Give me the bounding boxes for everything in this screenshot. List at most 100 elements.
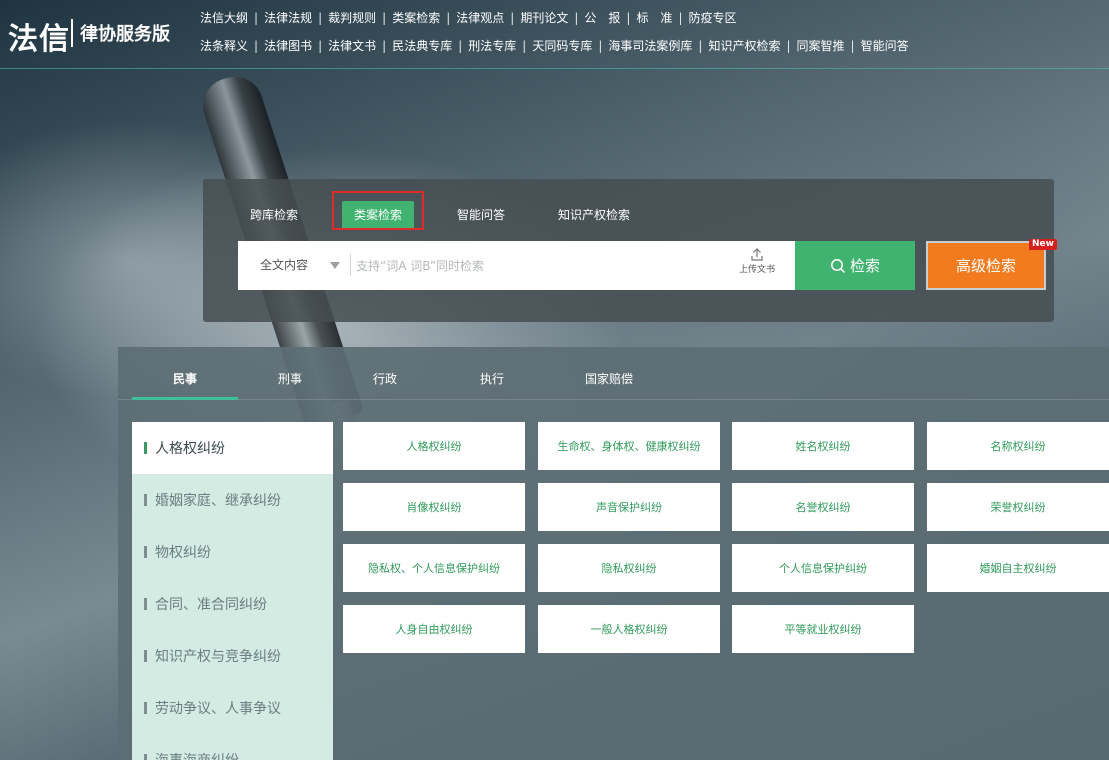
nav-item-law-books[interactable]: 法律图书 bbox=[264, 37, 312, 54]
bullet-bar bbox=[144, 754, 147, 760]
nav-item-smart-qa[interactable]: 智能问答 bbox=[861, 37, 909, 54]
new-badge: New bbox=[1029, 239, 1057, 250]
upload-document-button[interactable]: 上传文书 bbox=[737, 248, 777, 275]
case-type-card[interactable]: 声音保护纠纷 bbox=[538, 483, 720, 531]
bullet-bar bbox=[144, 494, 147, 506]
sidebar-item-property-rights[interactable]: 物权纠纷 bbox=[132, 526, 333, 578]
case-type-card[interactable]: 生命权、身体权、健康权纠纷 bbox=[538, 422, 720, 470]
sidebar-item-contract[interactable]: 合同、准合同纠纷 bbox=[132, 578, 333, 630]
bullet-bar bbox=[144, 702, 147, 714]
case-type-card[interactable]: 隐私权、个人信息保护纠纷 bbox=[343, 544, 525, 592]
tab-administrative[interactable]: 行政 bbox=[373, 370, 397, 387]
bullet-bar bbox=[144, 546, 147, 558]
header-divider bbox=[0, 68, 1109, 69]
nav-separator: | bbox=[318, 10, 323, 25]
bullet-bar bbox=[144, 442, 147, 454]
bullet-bar bbox=[144, 650, 147, 662]
sidebar-item-ip-competition[interactable]: 知识产权与竞争纠纷 bbox=[132, 630, 333, 682]
nav-separator: | bbox=[574, 10, 579, 25]
advanced-search-button[interactable]: 高级检索 bbox=[926, 241, 1046, 290]
case-type-card[interactable]: 肖像权纠纷 bbox=[343, 483, 525, 531]
nav-item-epidemic[interactable]: 防疫专区 bbox=[689, 9, 737, 26]
case-type-card[interactable]: 人格权纠纷 bbox=[343, 422, 525, 470]
sidebar-item-labor-disputes[interactable]: 劳动争议、人事争议 bbox=[132, 682, 333, 734]
nav-item-case-search[interactable]: 类案检索 bbox=[392, 9, 440, 26]
nav-separator: | bbox=[318, 38, 323, 53]
nav-separator: | bbox=[598, 38, 603, 53]
upload-icon bbox=[751, 248, 763, 261]
nav-separator: | bbox=[626, 10, 631, 25]
nav-item-outline[interactable]: 法信大纲 bbox=[200, 9, 248, 26]
dispute-category-sidebar: 人格权纠纷 婚姻家庭、继承纠纷 物权纠纷 合同、准合同纠纷 知识产权与竞争纠纷 … bbox=[132, 422, 333, 760]
tab-civil[interactable]: 民事 bbox=[173, 370, 197, 387]
nav-item-maritime-cases[interactable]: 海事司法案例库 bbox=[608, 37, 692, 54]
upload-document-label: 上传文书 bbox=[738, 265, 775, 275]
nav-item-article-notes[interactable]: 法条释义 bbox=[200, 37, 248, 54]
tab-state-compensation[interactable]: 国家赔偿 bbox=[585, 370, 633, 387]
case-type-card[interactable]: 婚姻自主权纠纷 bbox=[927, 544, 1109, 592]
tab-criminal[interactable]: 刑事 bbox=[278, 370, 302, 387]
nav-separator: | bbox=[678, 10, 683, 25]
top-header: 法信 律协服务版 法信大纲 | 法律法规 | 裁判规则 | 类案检索 | 法律观点 | 期… bbox=[0, 0, 1109, 68]
nav-separator: | bbox=[254, 10, 259, 25]
logo-subtitle: 律协服务版 bbox=[80, 24, 170, 45]
chevron-down-icon[interactable] bbox=[330, 262, 340, 269]
active-tab-highlight-box bbox=[332, 191, 424, 230]
nav-item-standards[interactable]: 标 准 bbox=[636, 9, 672, 26]
tab-ip-search[interactable]: 知识产权检索 bbox=[558, 201, 630, 229]
nav-item-similar-case[interactable]: 同案智推 bbox=[797, 37, 845, 54]
nav-item-legal-documents[interactable]: 法律文书 bbox=[328, 37, 376, 54]
search-box: 全文内容 上传文书 bbox=[238, 241, 795, 290]
sidebar-item-marriage-inheritance[interactable]: 婚姻家庭、继承纠纷 bbox=[132, 474, 333, 526]
nav-separator: | bbox=[522, 38, 527, 53]
tab-cross-database-search[interactable]: 跨库检索 bbox=[250, 201, 298, 229]
nav-row-1: 法信大纲 | 法律法规 | 裁判规则 | 类案检索 | 法律观点 | 期刊论文 | 公 报 |… bbox=[200, 9, 737, 26]
case-type-card[interactable]: 名誉权纠纷 bbox=[732, 483, 914, 531]
advanced-search-label: 高级检索 bbox=[955, 257, 1016, 275]
nav-item-tiantong-code[interactable]: 天同码专库 bbox=[532, 37, 592, 54]
case-type-card[interactable]: 人身自由权纠纷 bbox=[343, 605, 525, 653]
case-type-card[interactable]: 一般人格权纠纷 bbox=[538, 605, 720, 653]
sidebar-item-label: 知识产权与竞争纠纷 bbox=[155, 649, 281, 665]
nav-item-laws[interactable]: 法律法规 bbox=[264, 9, 312, 26]
case-type-card[interactable]: 姓名权纠纷 bbox=[732, 422, 914, 470]
scope-divider bbox=[350, 254, 351, 276]
nav-item-criminal-law[interactable]: 刑法专库 bbox=[468, 37, 516, 54]
tab-smart-qa[interactable]: 智能问答 bbox=[457, 201, 505, 229]
nav-item-legal-views[interactable]: 法律观点 bbox=[456, 9, 504, 26]
nav-separator: | bbox=[254, 38, 259, 53]
case-type-tabs: 民事 刑事 行政 执行 国家赔偿 bbox=[118, 347, 1109, 400]
nav-item-civil-code[interactable]: 民法典专库 bbox=[392, 37, 452, 54]
case-type-card[interactable]: 荣誉权纠纷 bbox=[927, 483, 1109, 531]
nav-item-journals[interactable]: 期刊论文 bbox=[520, 9, 568, 26]
active-tab-underline bbox=[132, 397, 238, 400]
logo-main[interactable]: 法信 bbox=[8, 14, 70, 58]
nav-separator: | bbox=[446, 10, 451, 25]
sidebar-item-maritime[interactable]: 海事海商纠纷 bbox=[132, 734, 333, 760]
sidebar-item-label: 劳动争议、人事争议 bbox=[155, 701, 281, 717]
search-scope-select[interactable]: 全文内容 bbox=[260, 241, 308, 290]
nav-separator: | bbox=[698, 38, 703, 53]
nav-separator: | bbox=[850, 38, 855, 53]
case-type-card[interactable]: 名称权纠纷 bbox=[927, 422, 1109, 470]
tab-enforcement[interactable]: 执行 bbox=[480, 370, 504, 387]
nav-item-ip-search[interactable]: 知识产权检索 bbox=[708, 37, 780, 54]
case-type-card[interactable]: 个人信息保护纠纷 bbox=[732, 544, 914, 592]
sidebar-item-label: 合同、准合同纠纷 bbox=[155, 597, 267, 613]
sidebar-item-label: 婚姻家庭、继承纠纷 bbox=[155, 493, 281, 509]
case-type-card[interactable]: 平等就业权纠纷 bbox=[732, 605, 914, 653]
search-button-label: 检索 bbox=[849, 257, 880, 275]
sidebar-item-personality-rights[interactable]: 人格权纠纷 bbox=[132, 422, 333, 474]
search-input[interactable] bbox=[356, 241, 716, 290]
case-type-card[interactable]: 隐私权纠纷 bbox=[538, 544, 720, 592]
tabs-divider bbox=[118, 399, 1109, 400]
nav-separator: | bbox=[510, 10, 515, 25]
search-button[interactable]: 检索 bbox=[795, 241, 915, 290]
nav-item-rulings[interactable]: 裁判规则 bbox=[328, 9, 376, 26]
nav-item-gazette[interactable]: 公 报 bbox=[584, 9, 620, 26]
sidebar-item-label: 人格权纠纷 bbox=[155, 441, 225, 457]
nav-separator: | bbox=[458, 38, 463, 53]
search-panel: 跨库检索 类案检索 智能问答 知识产权检索 全文内容 上传文书 检索 高级检索 … bbox=[203, 179, 1057, 322]
nav-separator: | bbox=[382, 38, 387, 53]
nav-row-2: 法条释义 | 法律图书 | 法律文书 | 民法典专库 | 刑法专库 | 天同码专库 | 海事… bbox=[200, 37, 909, 54]
